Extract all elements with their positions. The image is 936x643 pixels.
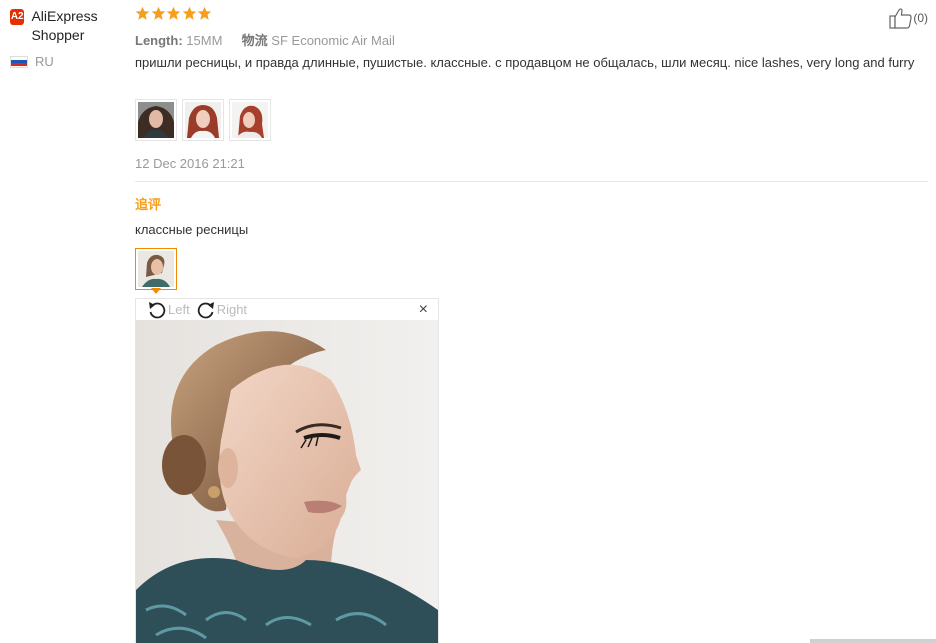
buyer-level-badge: A2 [10, 9, 25, 25]
length-value: 15MM [186, 33, 223, 48]
review-photo-thumb[interactable] [135, 99, 177, 141]
review-date: 12 Dec 2016 21:21 [135, 156, 245, 171]
rotate-left-icon[interactable] [146, 300, 168, 320]
photo-viewer: Left Right × [135, 298, 439, 643]
photo-thumbnail-image[interactable] [138, 102, 174, 138]
country-code: RU [35, 54, 54, 69]
photo-thumbnail-image[interactable] [185, 102, 221, 138]
viewer-toolbar: Left Right × [136, 299, 438, 320]
star-icon [135, 6, 150, 20]
followup-title: 追评 [135, 197, 162, 212]
star-icon [197, 6, 212, 20]
rotate-right-label[interactable]: Right [217, 302, 247, 317]
helpful-count: (0) [913, 11, 928, 25]
active-thumb-caret [151, 288, 161, 294]
length-label: Length: [135, 33, 183, 48]
reviewer-name: AliExpress Shopper [31, 8, 98, 43]
russia-flag-icon [10, 55, 28, 68]
thumbs-up-icon[interactable] [889, 7, 913, 29]
rotate-left-button[interactable]: Left [146, 300, 190, 320]
close-icon[interactable]: × [419, 301, 428, 319]
star-rating [135, 6, 213, 21]
shipping-value: SF Economic Air Mail [271, 33, 395, 48]
star-icon [182, 6, 196, 20]
reviewer-info: A2 AliExpress Shopper RU [10, 7, 125, 69]
rotate-right-icon[interactable] [195, 300, 217, 320]
reviewer-line: A2 AliExpress Shopper [10, 7, 125, 45]
review-photo-thumb[interactable] [182, 99, 224, 141]
followup-text: классные ресницы [135, 222, 249, 237]
order-attributes: Length: 15MM 物流 SF Economic Air Mail [135, 30, 395, 49]
review-text: пришли ресницы, и правда длинные, пушист… [135, 55, 915, 70]
review-photos [135, 99, 276, 141]
photo-thumbnail-image[interactable] [138, 251, 174, 287]
horizontal-scrollbar[interactable] [810, 639, 936, 643]
shipping-label: 物流 [241, 33, 268, 48]
rotate-right-button[interactable]: Right [195, 300, 247, 320]
followup-photo-thumb[interactable] [135, 248, 177, 290]
divider [135, 181, 928, 182]
rotate-left-label[interactable]: Left [168, 302, 190, 317]
enlarged-photo [136, 320, 438, 643]
star-icon [166, 6, 181, 20]
photo-thumbnail-image[interactable] [232, 102, 268, 138]
review-photo-thumb[interactable] [229, 99, 271, 141]
enlarged-photo-image [136, 320, 438, 643]
star-icon [151, 6, 165, 20]
reviewer-country: RU [10, 54, 125, 69]
helpful-button[interactable]: (0) [889, 7, 928, 29]
